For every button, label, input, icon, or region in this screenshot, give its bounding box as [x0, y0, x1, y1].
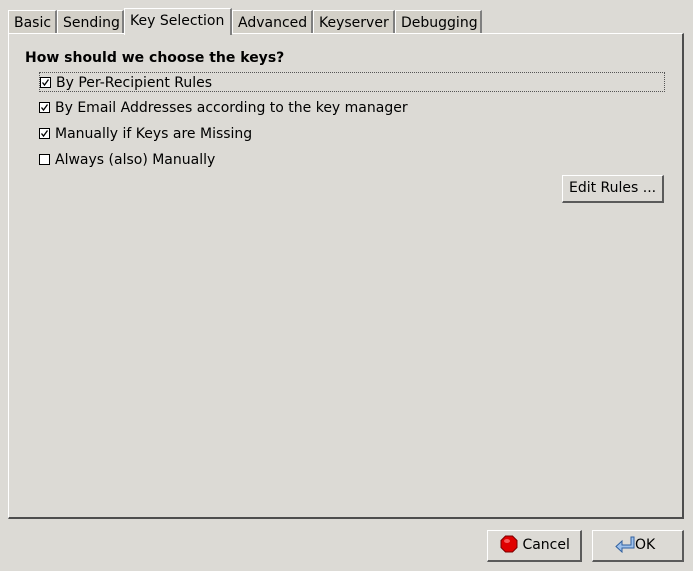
always-manually-checkbox[interactable]: Always (also) Manually [39, 150, 215, 170]
tab-keyserver[interactable]: Keyserver [313, 10, 395, 33]
tab-label: Basic [14, 15, 52, 31]
checkmark-icon [40, 129, 49, 137]
enter-arrow-icon [615, 536, 635, 553]
checkbox-label: By Email Addresses according to the key … [55, 100, 408, 116]
tab-sending[interactable]: Sending [57, 10, 124, 33]
section-heading: How should we choose the keys? [25, 50, 285, 66]
checkmark-icon [41, 78, 50, 86]
tab-label: Advanced [238, 15, 308, 31]
cancel-label: Cancel [522, 537, 570, 553]
stop-icon [500, 535, 518, 552]
checkbox-label: By Per-Recipient Rules [56, 75, 213, 91]
ok-label: OK [635, 537, 656, 553]
tab-label: Key Selection [130, 13, 225, 29]
edit-rules-label: Edit Rules ... [569, 180, 657, 196]
edit-rules-button[interactable]: Edit Rules ... [562, 175, 664, 203]
checkbox-label: Manually if Keys are Missing [55, 126, 253, 142]
tab-advanced[interactable]: Advanced [232, 10, 313, 33]
email-addresses-checkbox[interactable]: By Email Addresses according to the key … [39, 98, 408, 118]
checkbox-box[interactable] [39, 153, 50, 165]
tab-label: Debugging [401, 15, 478, 31]
tab-key-selection[interactable]: Key Selection [124, 8, 232, 35]
checkbox-box[interactable] [40, 76, 51, 88]
tab-label: Sending [63, 15, 120, 31]
cancel-button[interactable]: Cancel [487, 530, 582, 562]
checkbox-box[interactable] [39, 127, 50, 139]
ok-button[interactable]: OK [592, 530, 684, 562]
checkmark-icon [40, 103, 49, 111]
per-recipient-rules-checkbox[interactable]: By Per-Recipient Rules [39, 72, 665, 92]
tab-basic[interactable]: Basic [8, 10, 57, 33]
checkbox-label: Always (also) Manually [55, 152, 216, 168]
manually-if-missing-checkbox[interactable]: Manually if Keys are Missing [39, 124, 252, 144]
tab-debugging[interactable]: Debugging [395, 10, 482, 33]
key-selection-panel: How should we choose the keys? By Per-Re… [8, 33, 684, 519]
tab-label: Keyserver [319, 15, 389, 31]
checkbox-box[interactable] [39, 101, 50, 113]
